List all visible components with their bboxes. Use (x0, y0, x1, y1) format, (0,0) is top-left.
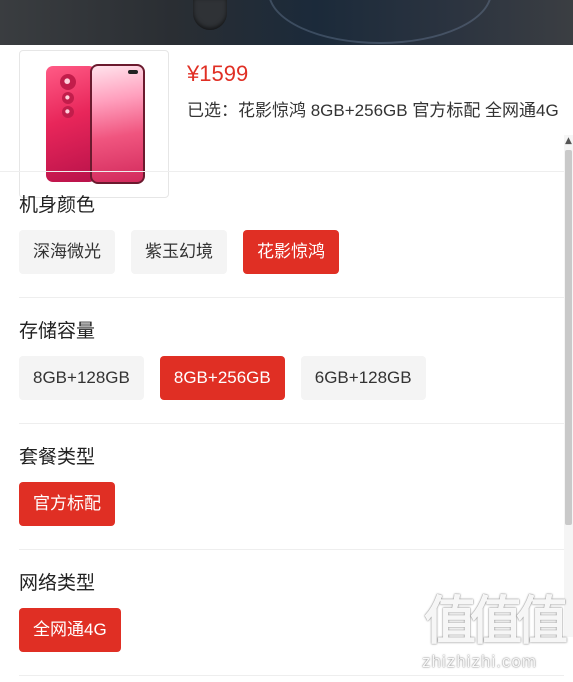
background-product-banner (0, 0, 573, 45)
phone-front-image (90, 64, 145, 184)
option-storage-8-256[interactable]: 8GB+256GB (159, 356, 285, 400)
section-title-package: 套餐类型 (19, 447, 96, 468)
section-title-color: 机身颜色 (19, 195, 96, 216)
camera-graphic (193, 0, 227, 30)
option-color-deep-sea[interactable]: 深海微光 (19, 230, 115, 274)
scroll-up-arrow-icon[interactable]: ▲ (565, 137, 572, 146)
spec-selection-sheet: ¥1599 已选：花影惊鸿 8GB+256GB 官方标配 全网通4G 机身颜色 … (0, 45, 573, 682)
phone-back-image (46, 66, 96, 182)
product-price: ¥1599 (187, 61, 249, 86)
divider (19, 423, 564, 424)
network-options: 全网通4G (19, 608, 121, 652)
watermark-url: zhizhizhi.com (422, 652, 538, 671)
option-network-4g[interactable]: 全网通4G (19, 608, 121, 652)
scrollbar-thumb[interactable] (565, 150, 572, 525)
option-package-official[interactable]: 官方标配 (19, 482, 115, 526)
storage-options: 8GB+128GB 8GB+256GB 6GB+128GB (19, 356, 426, 400)
option-storage-6-128[interactable]: 6GB+128GB (300, 356, 426, 400)
camera-lens-icon (60, 74, 76, 90)
watermark-logo: 值 值 值 zhizhizhi.com (422, 592, 569, 680)
divider (19, 297, 564, 298)
package-options: 官方标配 (19, 482, 115, 526)
option-storage-8-128[interactable]: 8GB+128GB (19, 356, 144, 400)
product-thumbnail (19, 50, 169, 198)
phone-screen (92, 66, 143, 182)
camera-lens-icon (62, 92, 74, 104)
color-options: 深海微光 紫玉幻境 花影惊鸿 (19, 230, 339, 274)
option-color-purple-jade[interactable]: 紫玉幻境 (131, 230, 227, 274)
camera-lens-icon (62, 106, 74, 118)
section-title-network: 网络类型 (19, 573, 96, 594)
punch-hole-camera (128, 70, 138, 74)
divider (19, 549, 564, 550)
section-title-storage: 存储容量 (19, 321, 96, 342)
decorative-arc (268, 0, 492, 44)
watermark-char: 值 (470, 593, 523, 651)
watermark-char: 值 (516, 593, 569, 651)
option-color-flower-shadow[interactable]: 花影惊鸿 (243, 230, 339, 274)
selected-spec-summary: 已选：花影惊鸿 8GB+256GB 官方标配 全网通4G (187, 101, 559, 120)
divider (0, 171, 564, 172)
watermark-char: 值 (424, 593, 477, 651)
scrollbar[interactable]: ▲ (564, 135, 573, 637)
